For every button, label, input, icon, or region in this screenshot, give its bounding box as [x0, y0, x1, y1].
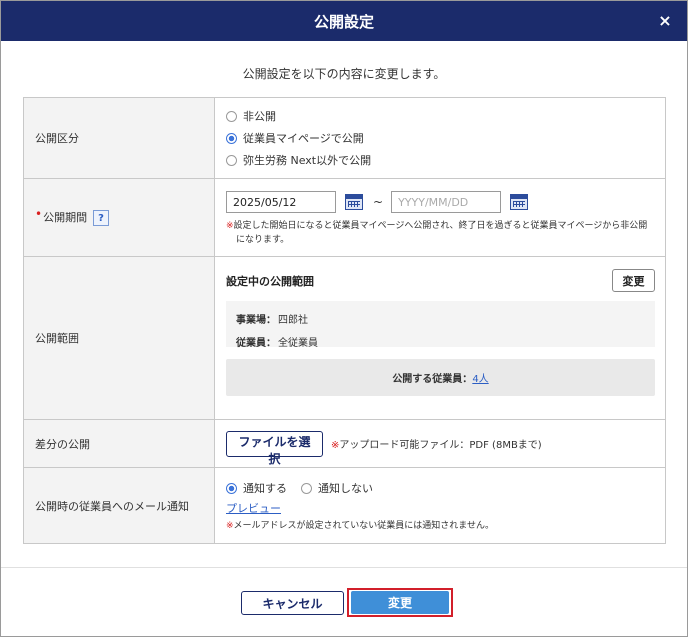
diff-value-cell: ファイルを選択 ※アップロード可能ファイル：PDF (8MBまで) [214, 419, 666, 468]
notify-yes-label: 通知する [243, 482, 287, 495]
date-range: ~ [226, 190, 655, 214]
category-row: 公開区分 非公開 従業員マイページで公開 弥生労務 Next以外で公開 [23, 97, 666, 179]
date-separator: ~ [373, 195, 384, 209]
scope-employee: 従業員： 全従業員 [236, 330, 645, 353]
dialog-titlebar: 公開設定 × [1, 1, 687, 41]
period-label: 公開期間 [43, 211, 88, 224]
file-row: ファイルを選択 ※アップロード可能ファイル：PDF (8MBまで) [226, 430, 655, 466]
option-private-label: 非公開 [243, 110, 276, 123]
file-note: ※アップロード可能ファイル：PDF (8MBまで) [331, 436, 542, 451]
category-option-private[interactable]: 非公開 [226, 105, 655, 127]
notify-option-no[interactable]: 通知しない [301, 480, 373, 496]
diff-row: 差分の公開 ファイルを選択 ※アップロード可能ファイル：PDF (8MBまで) [23, 419, 666, 468]
category-options: 非公開 従業員マイページで公開 弥生労務 Next以外で公開 [214, 97, 666, 179]
calendar-icon-end[interactable] [510, 194, 529, 210]
radio-mypage[interactable] [226, 132, 237, 144]
range-header: 設定中の公開範囲 変更 [226, 269, 655, 292]
category-option-mypage[interactable]: 従業員マイページで公開 [226, 127, 655, 149]
option-outside-label: 弥生労務 Next以外で公開 [243, 154, 372, 167]
choose-file-button[interactable]: ファイルを選択 [226, 430, 323, 466]
settings-form-table: 公開区分 非公開 従業員マイページで公開 弥生労務 Next以外で公開 •公開期… [23, 97, 666, 544]
diff-label: 差分の公開 [23, 419, 215, 468]
notify-no-label: 通知しない [318, 482, 373, 495]
start-date-input[interactable] [226, 191, 336, 213]
cancel-button[interactable]: キャンセル [241, 591, 344, 615]
end-date-input[interactable] [391, 191, 502, 213]
radio-notify-no[interactable] [301, 482, 312, 494]
mail-note-mark: ※ [226, 521, 234, 531]
mail-note-text: メールアドレスが設定されていない従業員には通知されません。 [233, 521, 495, 531]
count-label: 公開する従業員： [392, 374, 473, 385]
range-section-title: 設定中の公開範囲 [226, 274, 314, 288]
radio-notify-yes[interactable] [226, 482, 237, 494]
period-note-text: 設定した開始日になると従業員マイページへ公開され、終了日を過ぎると従業員マイペー… [233, 221, 648, 245]
category-option-outside[interactable]: 弥生労務 Next以外で公開 [226, 149, 655, 171]
note-mark: ※ [226, 221, 234, 231]
mail-note: ※メールアドレスが設定されていない従業員には通知されません。 [226, 518, 655, 531]
notify-options: 通知する 通知しない [226, 478, 655, 498]
period-note: ※設定した開始日になると従業員マイページへ公開され、終了日を過ぎると従業員マイペ… [226, 219, 655, 247]
notify-option-yes[interactable]: 通知する [226, 480, 287, 496]
option-mypage-label: 従業員マイページで公開 [243, 132, 364, 145]
period-row: •公開期間? ~ ※設定した開始日になると従業員マイページへ公開され、終了日を過… [23, 178, 666, 257]
mail-value-cell: 通知する 通知しない プレビュー ※メールアドレスが設定されていない従業員には通… [214, 467, 666, 544]
change-range-button[interactable]: 変更 [612, 269, 655, 292]
range-label: 公開範囲 [23, 256, 215, 420]
office-label: 事業場： [236, 315, 276, 326]
help-icon[interactable]: ? [93, 210, 110, 226]
calendar-icon-start[interactable] [345, 194, 363, 210]
count-link[interactable]: 4人 [472, 370, 488, 385]
employee-value: 全従業員 [278, 338, 318, 349]
range-row: 公開範囲 設定中の公開範囲 変更 事業場： 四郎社 従業員： 全従業員 公開する従業… [23, 256, 666, 420]
close-icon[interactable]: × [655, 10, 675, 30]
mail-row: 公開時の従業員へのメール通知 通知する 通知しない プレビュー ※メールアドレス… [23, 467, 666, 544]
dialog-title: 公開設定 [313, 12, 374, 31]
period-value-cell: ~ ※設定した開始日になると従業員マイページへ公開され、終了日を過ぎると従業員マ… [214, 178, 666, 257]
radio-private[interactable] [226, 110, 237, 122]
mail-label: 公開時の従業員へのメール通知 [23, 467, 215, 544]
preview-link[interactable]: プレビュー [226, 500, 655, 516]
file-note-text: アップロード可能ファイル：PDF (8MBまで) [339, 440, 542, 451]
radio-outside[interactable] [226, 154, 237, 166]
category-label: 公開区分 [23, 97, 215, 179]
publish-settings-dialog: 公開設定 × 公開設定を以下の内容に変更します。 公開区分 非公開 従業員マイペ… [0, 0, 688, 637]
range-value-cell: 設定中の公開範囲 変更 事業場： 四郎社 従業員： 全従業員 公開する従業員： 4人 [214, 256, 666, 420]
employee-label: 従業員： [236, 338, 276, 349]
required-mark: • [35, 207, 43, 221]
submit-change-button[interactable]: 変更 [351, 591, 449, 614]
scope-box: 事業場： 四郎社 従業員： 全従業員 [226, 301, 655, 349]
period-label-cell: •公開期間? [23, 178, 215, 257]
employee-count-box: 公開する従業員： 4人 [226, 359, 655, 396]
dialog-intro-text: 公開設定を以下の内容に変更します。 [242, 67, 446, 81]
scope-office: 事業場： 四郎社 [236, 307, 645, 330]
footer-divider [1, 567, 687, 568]
office-value: 四郎社 [278, 315, 308, 326]
